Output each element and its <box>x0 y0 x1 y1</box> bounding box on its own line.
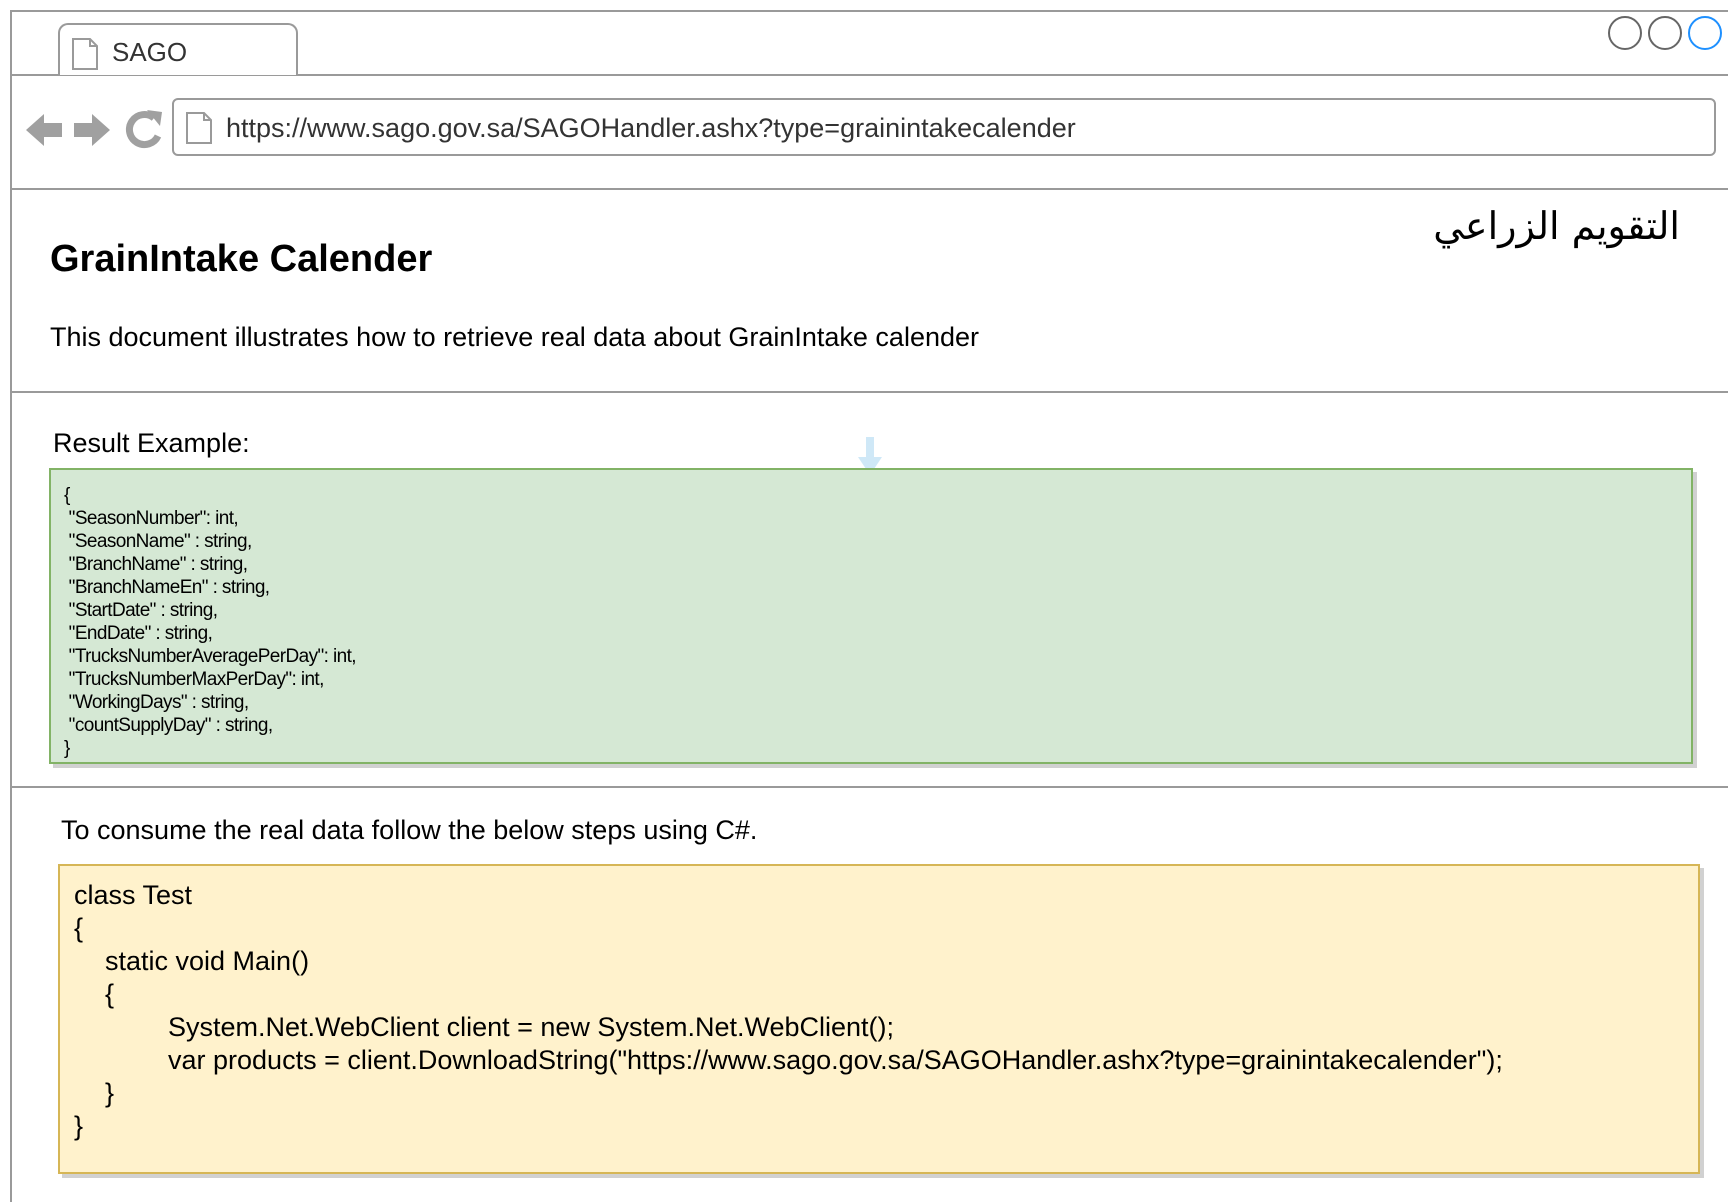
code-line: class Test <box>74 880 193 910</box>
code-line: System.Net.WebClient client = new System… <box>168 1012 895 1042</box>
code-line: var products = client.DownloadString("ht… <box>168 1045 1503 1075</box>
section-divider <box>10 391 1728 393</box>
window-control-circle-icon[interactable] <box>1648 16 1682 50</box>
json-line: "countSupplyDay" : string, <box>64 715 273 736</box>
json-line: "BranchName" : string, <box>64 554 248 575</box>
reload-icon[interactable] <box>124 108 164 152</box>
json-line: "WorkingDays" : string, <box>64 692 250 713</box>
json-line: "TrucksNumberAveragePerDay": int, <box>64 646 357 667</box>
json-line: "TrucksNumberMaxPerDay": int, <box>64 669 325 690</box>
json-result-box: { "SeasonNumber": int, "SeasonName" : st… <box>49 468 1693 764</box>
csharp-code-box: class Test { static void Main() { System… <box>58 864 1700 1174</box>
consume-instructions: To consume the real data follow the belo… <box>61 815 758 845</box>
json-line: } <box>64 738 70 759</box>
json-line: "SeasonName" : string, <box>64 531 253 552</box>
url-text: https://www.sago.gov.sa/SAGOHandler.ashx… <box>226 113 1076 143</box>
arabic-title: التقويم الزراعي <box>1433 204 1680 248</box>
page-icon <box>72 38 98 70</box>
section-divider <box>10 786 1728 788</box>
window-control-circle-icon[interactable] <box>1608 16 1642 50</box>
window-controls <box>1606 14 1728 54</box>
forward-arrow-icon[interactable] <box>72 108 112 152</box>
code-line: } <box>105 1078 115 1108</box>
json-line: { <box>64 485 70 506</box>
intro-description: This document illustrates how to retriev… <box>50 322 979 352</box>
code-line: { <box>105 979 115 1009</box>
back-arrow-icon[interactable] <box>24 108 64 152</box>
json-line: "EndDate" : string, <box>64 623 213 644</box>
page-title: GrainIntake Calender <box>50 238 433 280</box>
browser-tab[interactable]: SAGO <box>58 23 298 75</box>
tab-title: SAGO <box>112 37 188 67</box>
address-bar[interactable]: https://www.sago.gov.sa/SAGOHandler.ashx… <box>172 98 1716 156</box>
window-control-circle-active-icon[interactable] <box>1688 16 1722 50</box>
header-divider <box>10 188 1728 190</box>
code-line: { <box>74 913 84 943</box>
code-line: } <box>74 1111 84 1141</box>
json-line: "SeasonNumber": int, <box>64 508 239 529</box>
json-line: "BranchNameEn" : string, <box>64 577 270 598</box>
code-line: static void Main() <box>105 946 310 976</box>
result-example-label: Result Example: <box>53 428 250 458</box>
json-line: "StartDate" : string, <box>64 600 218 621</box>
page-icon <box>186 112 212 144</box>
